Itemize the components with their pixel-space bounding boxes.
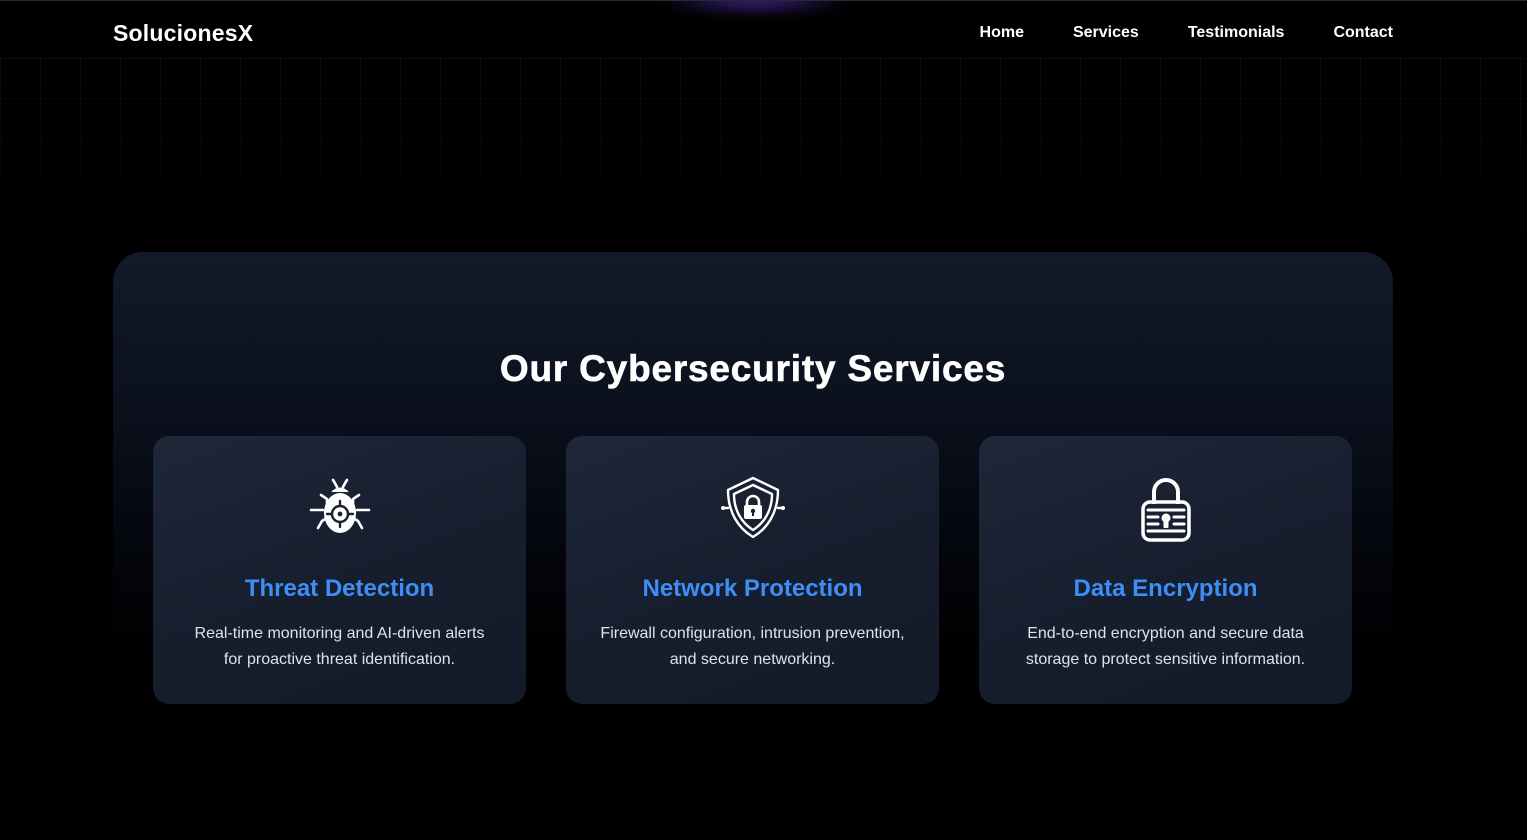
nav-link-testimonials[interactable]: Testimonials	[1188, 24, 1285, 42]
service-card-title: Network Protection	[642, 575, 863, 602]
service-card-network-protection: Network Protection Firewall configuratio…	[566, 436, 939, 704]
navbar: SolucionesX Home Services Testimonials C…	[0, 0, 1527, 64]
service-card-description: Firewall configuration, intrusion preven…	[600, 625, 905, 668]
nav-link-contact[interactable]: Contact	[1333, 24, 1393, 42]
service-card-description: End-to-end encryption and secure data st…	[1025, 625, 1306, 668]
padlock-icon	[1131, 472, 1201, 542]
background-grid	[0, 58, 1527, 253]
service-card-data-encryption: Data Encryption End-to-end encryption an…	[979, 436, 1352, 704]
nav-link-services[interactable]: Services	[1073, 24, 1139, 42]
shield-lock-icon	[718, 472, 788, 542]
bug-target-icon	[305, 472, 375, 542]
services-section: Our Cybersecurity Services Threat Detect…	[113, 252, 1393, 752]
services-title: Our Cybersecurity Services	[499, 348, 1007, 390]
service-card-description: Real-time monitoring and AI-driven alert…	[194, 625, 485, 668]
service-card-title: Threat Detection	[244, 575, 435, 602]
page: SolucionesX Home Services Testimonials C…	[0, 0, 1527, 840]
nav-link-home[interactable]: Home	[980, 24, 1024, 42]
nav-links: Home Services Testimonials Contact	[980, 24, 1393, 42]
brand-logo[interactable]: SolucionesX	[113, 20, 253, 47]
service-card-threat-detection: Threat Detection Real-time monitoring an…	[153, 436, 526, 704]
service-card-title: Data Encryption	[1073, 575, 1258, 602]
